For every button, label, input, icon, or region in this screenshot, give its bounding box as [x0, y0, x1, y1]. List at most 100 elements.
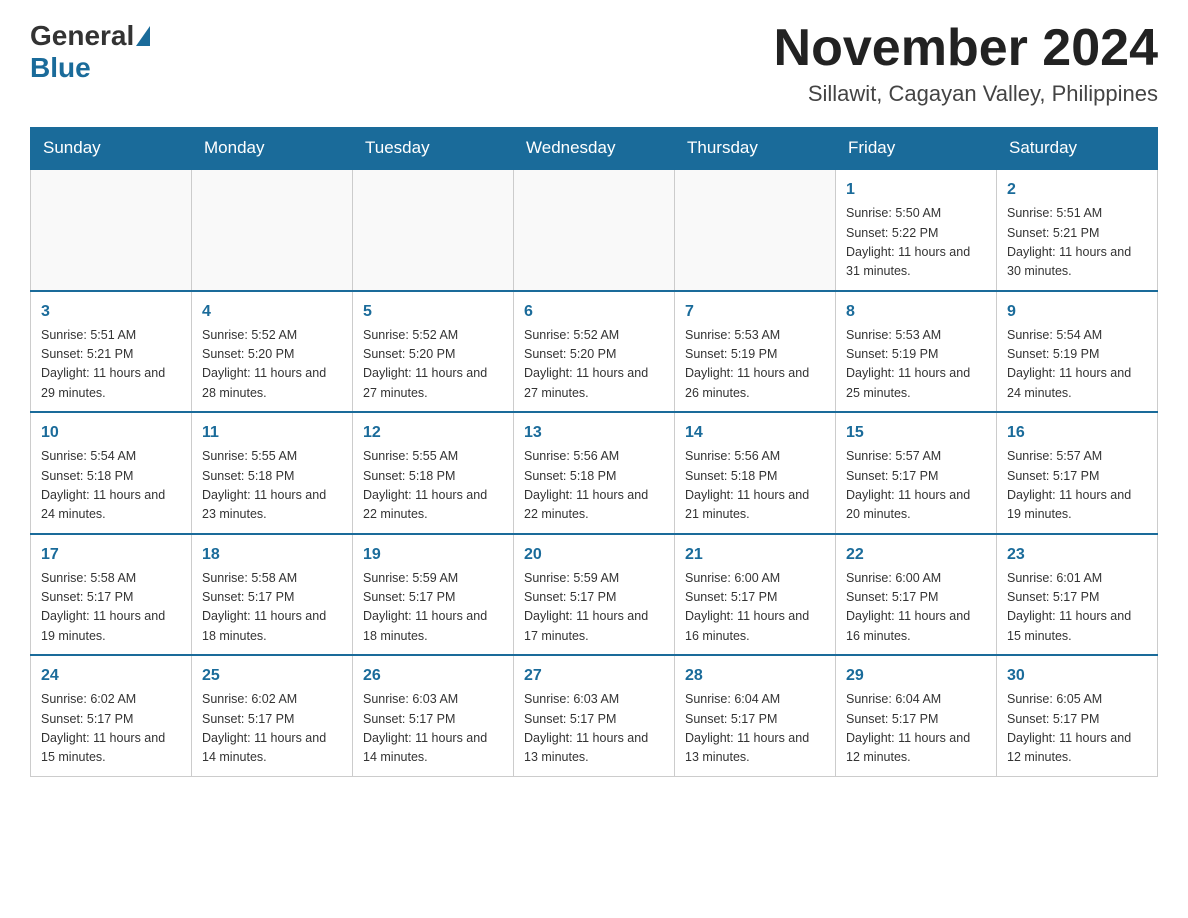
calendar-cell: 11Sunrise: 5:55 AMSunset: 5:18 PMDayligh…: [192, 412, 353, 534]
calendar-cell: 27Sunrise: 6:03 AMSunset: 5:17 PMDayligh…: [514, 655, 675, 776]
day-info: Sunrise: 5:59 AMSunset: 5:17 PMDaylight:…: [363, 569, 503, 647]
calendar-cell: [514, 169, 675, 291]
calendar-cell: 26Sunrise: 6:03 AMSunset: 5:17 PMDayligh…: [353, 655, 514, 776]
calendar-cell: 7Sunrise: 5:53 AMSunset: 5:19 PMDaylight…: [675, 291, 836, 413]
week-row-5: 24Sunrise: 6:02 AMSunset: 5:17 PMDayligh…: [31, 655, 1158, 776]
weekday-header-saturday: Saturday: [997, 128, 1158, 170]
weekday-header-sunday: Sunday: [31, 128, 192, 170]
calendar-cell: 3Sunrise: 5:51 AMSunset: 5:21 PMDaylight…: [31, 291, 192, 413]
calendar-cell: 2Sunrise: 5:51 AMSunset: 5:21 PMDaylight…: [997, 169, 1158, 291]
day-number: 28: [685, 664, 825, 688]
calendar-cell: 5Sunrise: 5:52 AMSunset: 5:20 PMDaylight…: [353, 291, 514, 413]
day-number: 4: [202, 300, 342, 324]
day-info: Sunrise: 6:01 AMSunset: 5:17 PMDaylight:…: [1007, 569, 1147, 647]
day-number: 23: [1007, 543, 1147, 567]
calendar-cell: 4Sunrise: 5:52 AMSunset: 5:20 PMDaylight…: [192, 291, 353, 413]
day-info: Sunrise: 5:55 AMSunset: 5:18 PMDaylight:…: [363, 447, 503, 525]
day-info: Sunrise: 5:51 AMSunset: 5:21 PMDaylight:…: [1007, 204, 1147, 282]
day-info: Sunrise: 5:53 AMSunset: 5:19 PMDaylight:…: [685, 326, 825, 404]
calendar-cell: 8Sunrise: 5:53 AMSunset: 5:19 PMDaylight…: [836, 291, 997, 413]
day-number: 2: [1007, 178, 1147, 202]
day-number: 26: [363, 664, 503, 688]
week-row-3: 10Sunrise: 5:54 AMSunset: 5:18 PMDayligh…: [31, 412, 1158, 534]
day-info: Sunrise: 6:05 AMSunset: 5:17 PMDaylight:…: [1007, 690, 1147, 768]
calendar-cell: 30Sunrise: 6:05 AMSunset: 5:17 PMDayligh…: [997, 655, 1158, 776]
page-header: General Blue November 2024 Sillawit, Cag…: [30, 20, 1158, 107]
day-info: Sunrise: 6:04 AMSunset: 5:17 PMDaylight:…: [685, 690, 825, 768]
day-info: Sunrise: 6:04 AMSunset: 5:17 PMDaylight:…: [846, 690, 986, 768]
day-number: 11: [202, 421, 342, 445]
day-info: Sunrise: 5:52 AMSunset: 5:20 PMDaylight:…: [524, 326, 664, 404]
calendar-cell: [353, 169, 514, 291]
day-number: 12: [363, 421, 503, 445]
calendar-cell: 21Sunrise: 6:00 AMSunset: 5:17 PMDayligh…: [675, 534, 836, 656]
day-info: Sunrise: 5:50 AMSunset: 5:22 PMDaylight:…: [846, 204, 986, 282]
calendar-cell: 12Sunrise: 5:55 AMSunset: 5:18 PMDayligh…: [353, 412, 514, 534]
day-info: Sunrise: 5:54 AMSunset: 5:19 PMDaylight:…: [1007, 326, 1147, 404]
day-number: 29: [846, 664, 986, 688]
day-number: 30: [1007, 664, 1147, 688]
day-info: Sunrise: 5:55 AMSunset: 5:18 PMDaylight:…: [202, 447, 342, 525]
calendar-cell: 15Sunrise: 5:57 AMSunset: 5:17 PMDayligh…: [836, 412, 997, 534]
day-info: Sunrise: 6:00 AMSunset: 5:17 PMDaylight:…: [685, 569, 825, 647]
day-number: 9: [1007, 300, 1147, 324]
day-number: 10: [41, 421, 181, 445]
calendar-cell: [675, 169, 836, 291]
logo: General Blue: [30, 20, 152, 84]
day-info: Sunrise: 5:52 AMSunset: 5:20 PMDaylight:…: [363, 326, 503, 404]
title-area: November 2024 Sillawit, Cagayan Valley, …: [774, 20, 1158, 107]
day-info: Sunrise: 5:51 AMSunset: 5:21 PMDaylight:…: [41, 326, 181, 404]
day-number: 27: [524, 664, 664, 688]
calendar-cell: 20Sunrise: 5:59 AMSunset: 5:17 PMDayligh…: [514, 534, 675, 656]
day-info: Sunrise: 5:54 AMSunset: 5:18 PMDaylight:…: [41, 447, 181, 525]
day-number: 17: [41, 543, 181, 567]
day-number: 1: [846, 178, 986, 202]
calendar-cell: 10Sunrise: 5:54 AMSunset: 5:18 PMDayligh…: [31, 412, 192, 534]
day-info: Sunrise: 6:03 AMSunset: 5:17 PMDaylight:…: [363, 690, 503, 768]
calendar-cell: 23Sunrise: 6:01 AMSunset: 5:17 PMDayligh…: [997, 534, 1158, 656]
day-number: 19: [363, 543, 503, 567]
weekday-header-tuesday: Tuesday: [353, 128, 514, 170]
calendar-cell: 25Sunrise: 6:02 AMSunset: 5:17 PMDayligh…: [192, 655, 353, 776]
day-number: 25: [202, 664, 342, 688]
logo-triangle-icon: [136, 26, 150, 46]
day-info: Sunrise: 5:52 AMSunset: 5:20 PMDaylight:…: [202, 326, 342, 404]
week-row-4: 17Sunrise: 5:58 AMSunset: 5:17 PMDayligh…: [31, 534, 1158, 656]
day-info: Sunrise: 5:53 AMSunset: 5:19 PMDaylight:…: [846, 326, 986, 404]
calendar-cell: 24Sunrise: 6:02 AMSunset: 5:17 PMDayligh…: [31, 655, 192, 776]
calendar-cell: [192, 169, 353, 291]
day-info: Sunrise: 5:58 AMSunset: 5:17 PMDaylight:…: [202, 569, 342, 647]
day-info: Sunrise: 5:57 AMSunset: 5:17 PMDaylight:…: [1007, 447, 1147, 525]
day-info: Sunrise: 6:00 AMSunset: 5:17 PMDaylight:…: [846, 569, 986, 647]
calendar-cell: 22Sunrise: 6:00 AMSunset: 5:17 PMDayligh…: [836, 534, 997, 656]
calendar-cell: 9Sunrise: 5:54 AMSunset: 5:19 PMDaylight…: [997, 291, 1158, 413]
day-number: 21: [685, 543, 825, 567]
day-info: Sunrise: 6:03 AMSunset: 5:17 PMDaylight:…: [524, 690, 664, 768]
day-number: 20: [524, 543, 664, 567]
day-number: 14: [685, 421, 825, 445]
location-title: Sillawit, Cagayan Valley, Philippines: [774, 81, 1158, 107]
day-number: 13: [524, 421, 664, 445]
calendar-cell: 17Sunrise: 5:58 AMSunset: 5:17 PMDayligh…: [31, 534, 192, 656]
calendar-cell: 19Sunrise: 5:59 AMSunset: 5:17 PMDayligh…: [353, 534, 514, 656]
month-title: November 2024: [774, 20, 1158, 77]
week-row-2: 3Sunrise: 5:51 AMSunset: 5:21 PMDaylight…: [31, 291, 1158, 413]
weekday-header-row: SundayMondayTuesdayWednesdayThursdayFrid…: [31, 128, 1158, 170]
calendar-cell: 28Sunrise: 6:04 AMSunset: 5:17 PMDayligh…: [675, 655, 836, 776]
day-info: Sunrise: 5:56 AMSunset: 5:18 PMDaylight:…: [685, 447, 825, 525]
calendar-cell: 16Sunrise: 5:57 AMSunset: 5:17 PMDayligh…: [997, 412, 1158, 534]
calendar-cell: 14Sunrise: 5:56 AMSunset: 5:18 PMDayligh…: [675, 412, 836, 534]
day-number: 18: [202, 543, 342, 567]
calendar-cell: 13Sunrise: 5:56 AMSunset: 5:18 PMDayligh…: [514, 412, 675, 534]
calendar-cell: [31, 169, 192, 291]
day-number: 7: [685, 300, 825, 324]
calendar-cell: 29Sunrise: 6:04 AMSunset: 5:17 PMDayligh…: [836, 655, 997, 776]
calendar-cell: 1Sunrise: 5:50 AMSunset: 5:22 PMDaylight…: [836, 169, 997, 291]
logo-general-text: General: [30, 20, 134, 52]
logo-blue-text: Blue: [30, 52, 91, 83]
day-info: Sunrise: 5:58 AMSunset: 5:17 PMDaylight:…: [41, 569, 181, 647]
weekday-header-thursday: Thursday: [675, 128, 836, 170]
calendar-table: SundayMondayTuesdayWednesdayThursdayFrid…: [30, 127, 1158, 777]
day-number: 24: [41, 664, 181, 688]
weekday-header-monday: Monday: [192, 128, 353, 170]
